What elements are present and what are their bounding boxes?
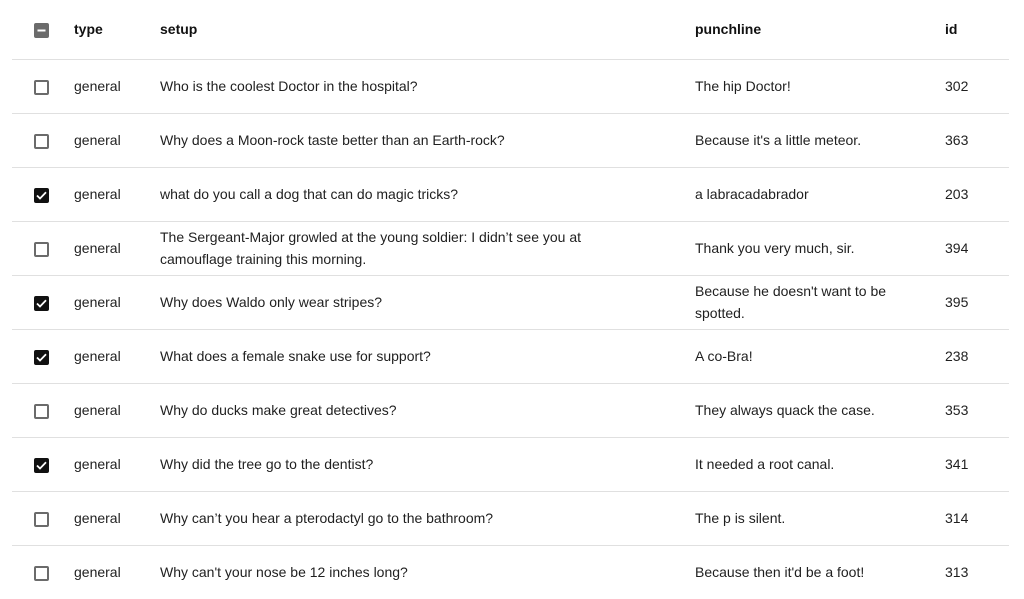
row-setup-cell: Why can’t you hear a pterodactyl go to t… <box>160 491 695 546</box>
row-checkbox[interactable] <box>34 349 49 365</box>
row-checkbox[interactable] <box>34 403 49 419</box>
row-checkbox[interactable] <box>34 133 49 149</box>
row-type-cell: general <box>74 59 160 114</box>
check-icon <box>36 461 47 470</box>
row-setup-cell: Why can't your nose be 12 inches long? <box>160 564 408 581</box>
row-punchline-cell: The hip Doctor! <box>695 59 945 114</box>
row-select-cell <box>12 221 74 276</box>
row-id-cell: 302 <box>945 59 1009 114</box>
row-punchline-cell: It needed a root canal. <box>695 437 945 492</box>
row-checkbox[interactable] <box>34 79 49 95</box>
row-id-cell: 238 <box>945 329 1009 384</box>
check-icon <box>36 353 47 362</box>
row-id-cell: 353 <box>945 383 1009 438</box>
check-icon <box>36 299 47 308</box>
row-punchline-cell: a labracadabrador <box>695 167 945 222</box>
row-select-cell <box>12 437 74 492</box>
row-id-cell: 341 <box>945 437 1009 492</box>
row-type-cell: general <box>74 564 121 581</box>
row-id-cell: 394 <box>945 221 1009 276</box>
row-punchline-cell: The p is silent. <box>695 491 945 546</box>
row-checkbox[interactable] <box>34 295 49 311</box>
table-row[interactable]: general Why does Waldo only wear stripes?… <box>12 275 1009 330</box>
table-row[interactable]: general Who is the coolest Doctor in the … <box>12 59 1009 114</box>
row-type-cell: general <box>74 383 160 438</box>
row-select-cell <box>12 383 74 438</box>
row-setup-cell: The Sergeant-Major growled at the young … <box>160 221 695 276</box>
row-select-cell <box>12 275 74 330</box>
row-checkbox[interactable] <box>34 187 49 203</box>
table-header-row: type setup punchline id <box>12 0 1009 60</box>
jokes-table-container: type setup punchline id general Who is th… <box>12 0 1009 599</box>
row-punchline-cell: A co-Bra! <box>695 329 945 384</box>
row-id-cell: 203 <box>945 167 1009 222</box>
row-setup-cell: Why do ducks make great detectives? <box>160 383 695 438</box>
row-select-cell <box>12 491 74 546</box>
row-select-cell <box>12 113 74 168</box>
row-setup-cell: what do you call a dog that can do magic… <box>160 167 695 222</box>
row-checkbox[interactable] <box>34 511 49 527</box>
row-type-cell: general <box>74 437 160 492</box>
jokes-table: type setup punchline id general Who is th… <box>12 0 1009 599</box>
row-id-cell: 363 <box>945 113 1009 168</box>
row-type-cell: general <box>74 491 160 546</box>
row-type-cell: general <box>74 113 160 168</box>
row-select-cell <box>12 167 74 222</box>
row-setup-cell: Why does Waldo only wear stripes? <box>160 275 695 330</box>
table-row[interactable]: general Why can’t you hear a pterodactyl … <box>12 491 1009 546</box>
row-checkbox[interactable] <box>34 241 49 257</box>
check-icon <box>36 191 47 200</box>
row-select-cell <box>12 59 74 114</box>
table-body: general Who is the coolest Doctor in the … <box>12 59 1009 599</box>
row-setup-cell: Why did the tree go to the dentist? <box>160 437 695 492</box>
row-punchline-cell: Thank you very much, sir. <box>695 221 945 276</box>
table-row[interactable]: general Why do ducks make great detective… <box>12 383 1009 438</box>
row-checkbox[interactable] <box>34 566 49 582</box>
table-row[interactable]: general The Sergeant-Major growled at the… <box>12 221 1009 276</box>
select-all-cell <box>12 0 74 60</box>
column-header-punchline[interactable]: punchline <box>695 0 945 60</box>
select-all-checkbox[interactable] <box>34 23 49 39</box>
column-header-type[interactable]: type <box>74 0 160 60</box>
minus-icon <box>37 29 46 32</box>
table-row[interactable]: general Why can't your nose be 12 inches … <box>12 545 1009 599</box>
table-row[interactable]: general Why does a Moon-rock taste better… <box>12 113 1009 168</box>
table-row[interactable]: general what do you call a dog that can d… <box>12 167 1009 222</box>
row-type-cell: general <box>74 221 160 276</box>
row-type-cell: general <box>74 329 160 384</box>
row-checkbox[interactable] <box>34 457 49 473</box>
table-row[interactable]: general What does a female snake use for … <box>12 329 1009 384</box>
column-header-setup[interactable]: setup <box>160 0 695 60</box>
row-select-cell <box>12 329 74 384</box>
row-setup-cell: What does a female snake use for support… <box>160 329 695 384</box>
row-punchline-cell: Because he doesn't want to be spotted. <box>695 275 945 330</box>
row-punchline-cell: Because then it'd be a foot! <box>695 564 865 581</box>
row-id-cell: 313 <box>945 564 969 581</box>
row-type-cell: general <box>74 275 160 330</box>
row-punchline-cell: They always quack the case. <box>695 383 945 438</box>
table-row[interactable]: general Why did the tree go to the dentis… <box>12 437 1009 492</box>
row-select-cell <box>12 545 74 599</box>
row-setup-cell: Who is the coolest Doctor in the hospita… <box>160 59 695 114</box>
row-setup-cell: Why does a Moon-rock taste better than a… <box>160 113 695 168</box>
row-id-cell: 314 <box>945 491 1009 546</box>
row-type-cell: general <box>74 167 160 222</box>
row-id-cell: 395 <box>945 275 1009 330</box>
row-punchline-cell: Because it's a little meteor. <box>695 113 945 168</box>
column-header-id[interactable]: id <box>945 0 1009 60</box>
